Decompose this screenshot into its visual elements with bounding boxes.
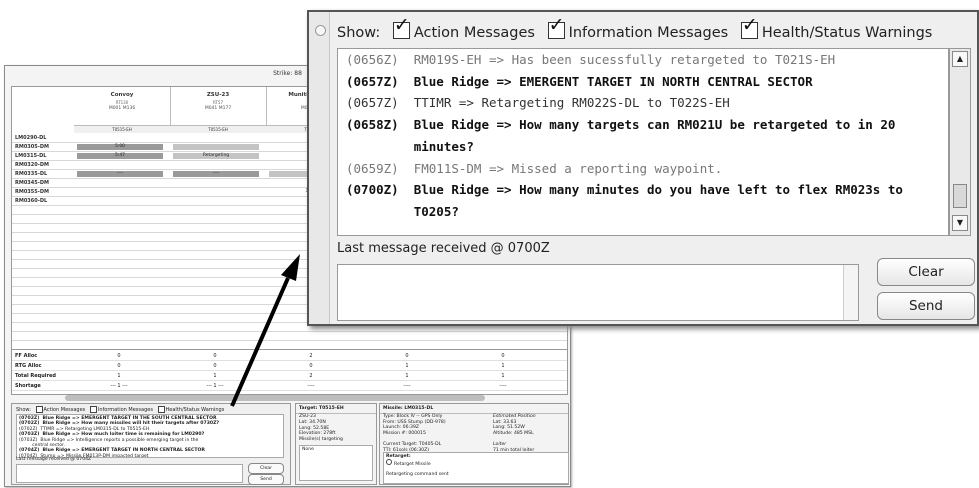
window-edge	[309, 12, 330, 324]
close-icon[interactable]	[315, 25, 326, 36]
health-warnings-checkbox[interactable]: ✓	[740, 16, 758, 39]
message-line[interactable]: (0656Z) RM019S-EH => Has been sucessfull…	[338, 49, 948, 71]
message-input[interactable]	[337, 264, 859, 321]
scroll-up-icon[interactable]: ▲	[952, 51, 968, 67]
information-messages-checkbox[interactable]: ✓	[547, 16, 565, 39]
last-message-status: Last message received @ 0700Z	[337, 241, 550, 256]
action-messages-checkbox[interactable]: ✓	[392, 16, 410, 39]
message-line[interactable]: minutes?	[338, 136, 948, 158]
checkmark-icon: ✓	[393, 14, 410, 36]
checkmark-icon: ✓	[741, 14, 758, 36]
message-line[interactable]: (0657Z) Blue Ridge => EMERGENT TARGET IN…	[338, 71, 948, 93]
message-line[interactable]: (0658Z) Blue Ridge => How many targets c…	[338, 114, 948, 136]
send-button[interactable]: Send	[877, 292, 975, 320]
checkmark-icon: ✓	[548, 14, 565, 36]
clear-button[interactable]: Clear	[877, 258, 975, 286]
action-messages-label: Action Messages	[413, 25, 535, 41]
message-filter-bar: Show: ✓ Action Messages ✓ Information Mess…	[337, 16, 933, 42]
scroll-down-icon[interactable]: ▼	[952, 215, 968, 231]
information-messages-label: Information Messages	[568, 25, 729, 41]
message-line[interactable]: T0205?	[338, 201, 948, 223]
message-log-scrollbar[interactable]: ▲ ▼	[949, 48, 971, 236]
message-line[interactable]: (0657Z) TTIMR => Retargeting RM022S-DL t…	[338, 92, 948, 114]
message-window-zoom: Show: ✓ Action Messages ✓ Information Mess…	[307, 10, 979, 326]
input-scrollbar[interactable]	[843, 265, 858, 320]
scroll-thumb[interactable]	[953, 184, 967, 208]
health-warnings-label: Health/Status Warnings	[761, 25, 933, 41]
message-line[interactable]: (0700Z) Blue Ridge => How many minutes d…	[338, 179, 948, 201]
message-line[interactable]: (0659Z) FM011S-DM => Missed a reporting …	[338, 158, 948, 180]
show-label: Show:	[337, 25, 381, 41]
message-log[interactable]: (0656Z) RM019S-EH => Has been sucessfull…	[337, 48, 949, 236]
